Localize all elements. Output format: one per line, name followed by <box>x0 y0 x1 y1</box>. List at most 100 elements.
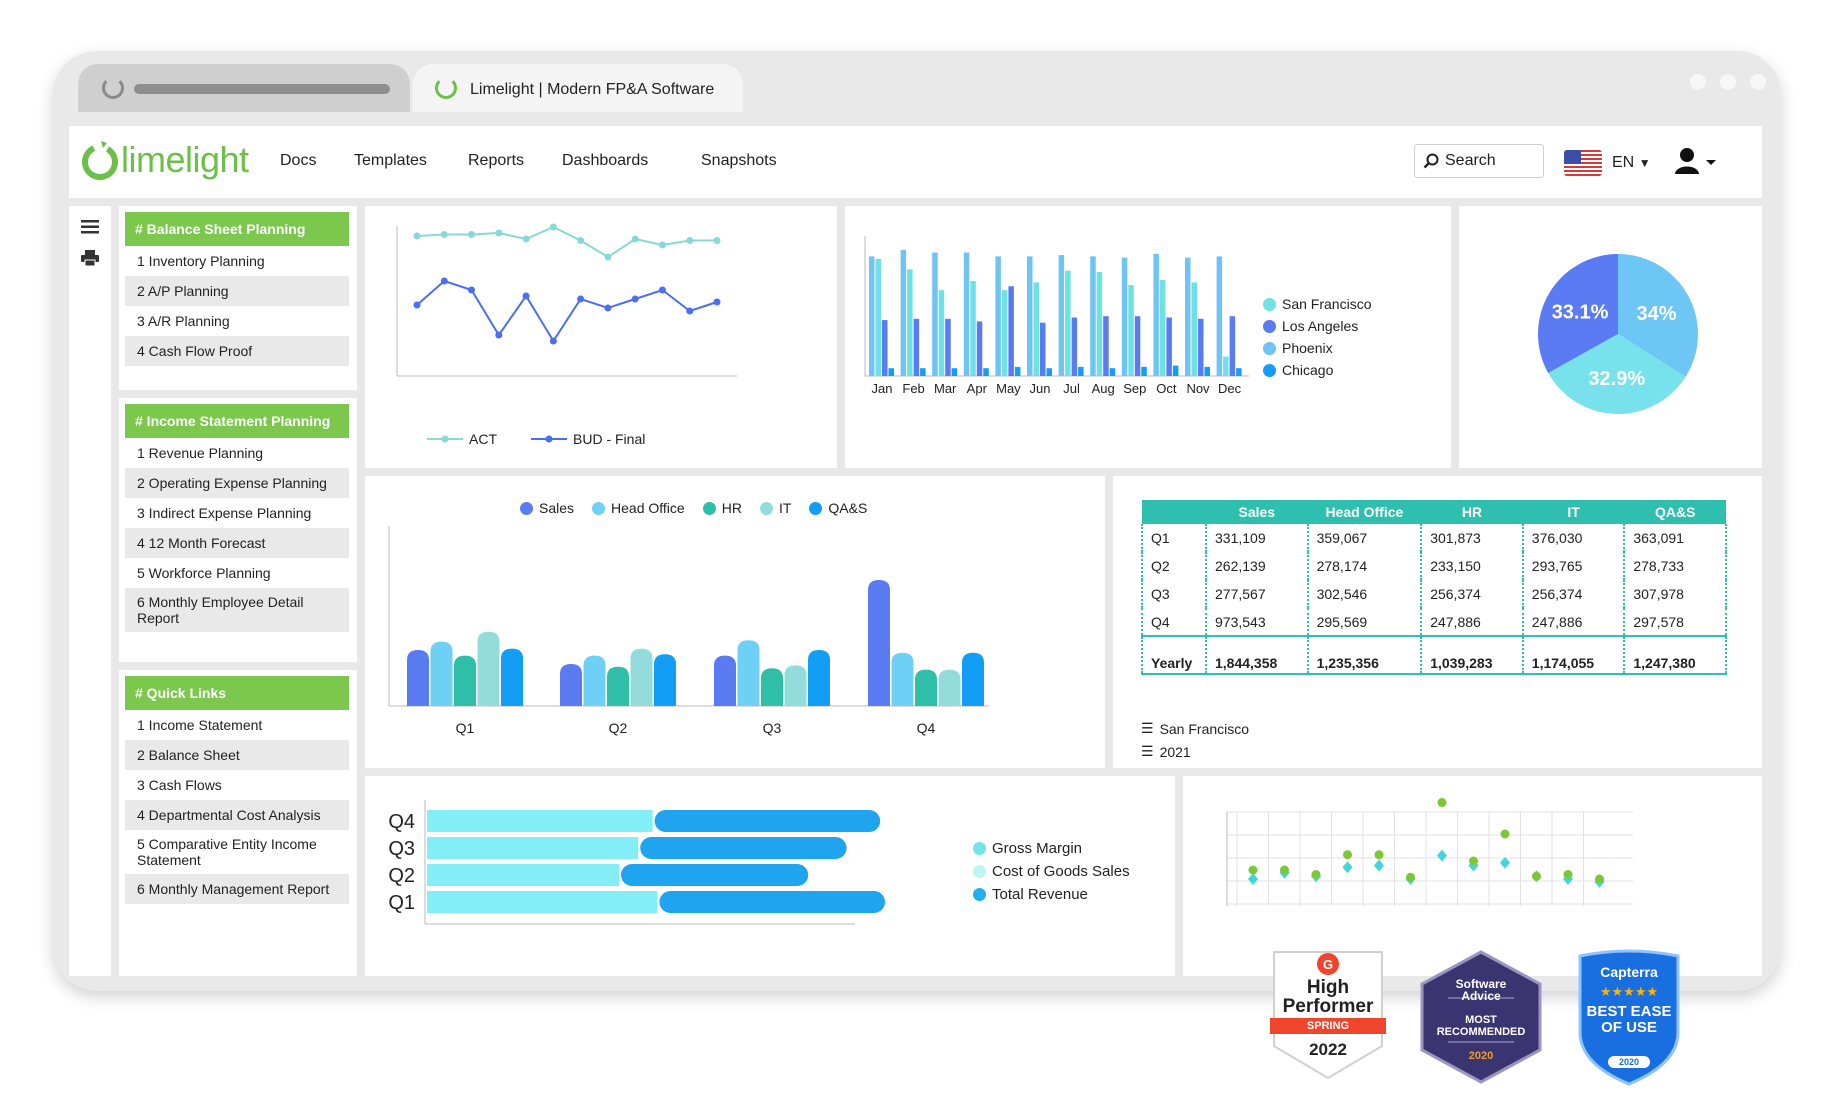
scatter-chart <box>1226 798 1633 906</box>
nav-templates[interactable]: Templates <box>354 152 427 170</box>
sidebar-item[interactable]: 2 Balance Sheet <box>125 740 349 770</box>
legend-item-gross-margin[interactable]: Gross Margin <box>973 840 1130 857</box>
table-cell: 1,247,380 <box>1624 635 1727 675</box>
software-advice-badge[interactable]: Software Advice MOST RECOMMENDED 2020 <box>1418 950 1544 1089</box>
column-header[interactable]: IT <box>1522 500 1625 524</box>
browser-tab-inactive[interactable] <box>78 64 410 112</box>
bar <box>1065 270 1071 376</box>
sidebar-item[interactable]: 5 Workforce Planning <box>125 558 349 588</box>
bar <box>1204 366 1210 376</box>
data-point <box>440 277 448 285</box>
g2-line1: High <box>1306 977 1350 998</box>
filter-year[interactable]: ☰ 2021 <box>1141 743 1249 760</box>
bar <box>920 368 926 376</box>
window-dot-icon[interactable] <box>1690 74 1706 90</box>
x-tick-label: Sep <box>1123 381 1146 396</box>
sidebar-item[interactable]: 5 Comparative Entity Income Statement <box>125 830 349 874</box>
legend-item-qas[interactable]: QA&S <box>809 500 867 516</box>
sidebar-item[interactable]: 2 Operating Expense Planning <box>125 468 349 498</box>
legend-item-cost-of-goods-sales[interactable]: Cost of Goods Sales <box>973 863 1130 880</box>
sidebar-item[interactable]: 4 Cash Flow Proof <box>125 336 349 366</box>
browser-tab-active[interactable]: Limelight | Modern FP&A Software <box>413 64 743 112</box>
bar <box>407 650 429 706</box>
data-point <box>713 237 721 244</box>
filter-label: San Francisco <box>1159 720 1250 737</box>
chevron-down-icon: ▼ <box>1638 156 1651 170</box>
legend-item-sales[interactable]: Sales <box>520 500 574 516</box>
limelight-favicon-icon <box>435 77 457 99</box>
legend-item-head-office[interactable]: Head Office <box>592 500 685 516</box>
capterra-year: 2020 <box>1618 1057 1640 1067</box>
nav-reports[interactable]: Reports <box>468 152 524 170</box>
sidebar-item[interactable]: 3 Indirect Expense Planning <box>125 498 349 528</box>
bar <box>1001 290 1008 376</box>
section-title[interactable]: # Quick Links <box>125 676 349 710</box>
nav-docs[interactable]: Docs <box>280 152 316 170</box>
brand-logo[interactable]: limelight <box>81 139 249 181</box>
legend-item-act[interactable]: ACT <box>427 431 497 447</box>
window-dot-icon[interactable] <box>1750 74 1766 90</box>
sa-name2: Advice <box>1461 989 1501 1003</box>
scatter-point-diamond <box>1374 859 1384 872</box>
sidebar-item[interactable]: 4 Departmental Cost Analysis <box>125 800 349 830</box>
hamburger-menu-icon[interactable] <box>81 220 99 234</box>
legend-item-it[interactable]: IT <box>759 500 791 516</box>
capterra-badge[interactable]: Capterra ★★★★★ BEST EASE OF USE 2020 <box>1574 948 1684 1091</box>
legend-dot-icon <box>702 501 716 515</box>
sidebar-item[interactable]: 4 12 Month Forecast <box>125 528 349 558</box>
sidebar-item[interactable]: 6 Monthly Employee Detail Report <box>125 588 349 632</box>
sidebar-item[interactable]: 3 Cash Flows <box>125 770 349 800</box>
column-header[interactable]: Head Office <box>1307 500 1422 524</box>
bar <box>454 655 476 706</box>
section-title[interactable]: # Balance Sheet Planning <box>125 212 349 246</box>
column-header[interactable] <box>1142 500 1206 524</box>
sidebar-item[interactable]: 1 Income Statement <box>125 710 349 740</box>
legend-item-total-revenue[interactable]: Total Revenue <box>973 886 1130 903</box>
bar <box>875 259 881 376</box>
bar <box>1159 279 1166 376</box>
scatter-point-diamond <box>1500 856 1510 869</box>
bar-total-revenue <box>654 810 881 832</box>
section-title[interactable]: # Income Statement Planning <box>125 404 349 438</box>
bar <box>1121 257 1128 376</box>
legend-item-hr[interactable]: HR <box>702 500 742 516</box>
g2-year: 2022 <box>1309 1040 1347 1059</box>
scatter-point-circle <box>1532 871 1541 881</box>
filter-location[interactable]: ☰ San Francisco <box>1141 720 1249 737</box>
table-cell: 297,578 <box>1624 608 1727 636</box>
y-tick-label: Q2 <box>388 865 415 887</box>
g2-high-performer-badge[interactable]: G High Performer SPRING 2022 <box>1268 950 1388 1085</box>
legend-item-san-francisco[interactable]: San Francisco <box>1263 296 1371 312</box>
sidebar-item[interactable]: 6 Monthly Management Report <box>125 874 349 904</box>
legend-dot-icon <box>1263 319 1276 333</box>
legend-label: Total Revenue <box>992 886 1088 903</box>
legend-item-chicago[interactable]: Chicago <box>1263 362 1371 378</box>
table-cell: 256,374 <box>1522 580 1626 608</box>
sidebar-item[interactable]: 1 Revenue Planning <box>125 438 349 468</box>
x-tick-label: Nov <box>1186 381 1210 396</box>
x-tick-label: Apr <box>967 381 988 396</box>
legend-label: Head Office <box>611 500 685 516</box>
x-tick-label: Mar <box>934 381 957 396</box>
print-icon[interactable] <box>81 250 99 266</box>
table-cell: 359,067 <box>1307 524 1423 552</box>
sidebar-item[interactable]: 1 Inventory Planning <box>125 246 349 276</box>
bar <box>1141 366 1147 376</box>
language-selector[interactable]: EN ▼ <box>1612 154 1651 172</box>
legend-item-phoenix[interactable]: Phoenix <box>1263 340 1371 356</box>
search-input[interactable]: Search <box>1414 144 1544 178</box>
user-menu[interactable] <box>1674 146 1722 181</box>
legend-item-bud[interactable]: BUD - Final <box>531 431 645 447</box>
data-point <box>549 223 557 231</box>
sidebar-item[interactable]: 3 A/R Planning <box>125 306 349 336</box>
nav-snapshots[interactable]: Snapshots <box>701 152 777 170</box>
legend-item-los-angeles[interactable]: Los Angeles <box>1263 318 1371 334</box>
column-header[interactable]: QA&S <box>1624 500 1726 524</box>
nav-dashboards[interactable]: Dashboards <box>562 152 648 170</box>
us-flag-icon[interactable] <box>1564 150 1602 176</box>
column-header[interactable]: Sales <box>1206 500 1308 524</box>
quarterly-bar-chart: Q1 Q2 Q3 Q4 <box>388 526 989 736</box>
sidebar-item[interactable]: 2 A/P Planning <box>125 276 349 306</box>
column-header[interactable]: HR <box>1421 500 1523 524</box>
window-dot-icon[interactable] <box>1720 74 1736 90</box>
